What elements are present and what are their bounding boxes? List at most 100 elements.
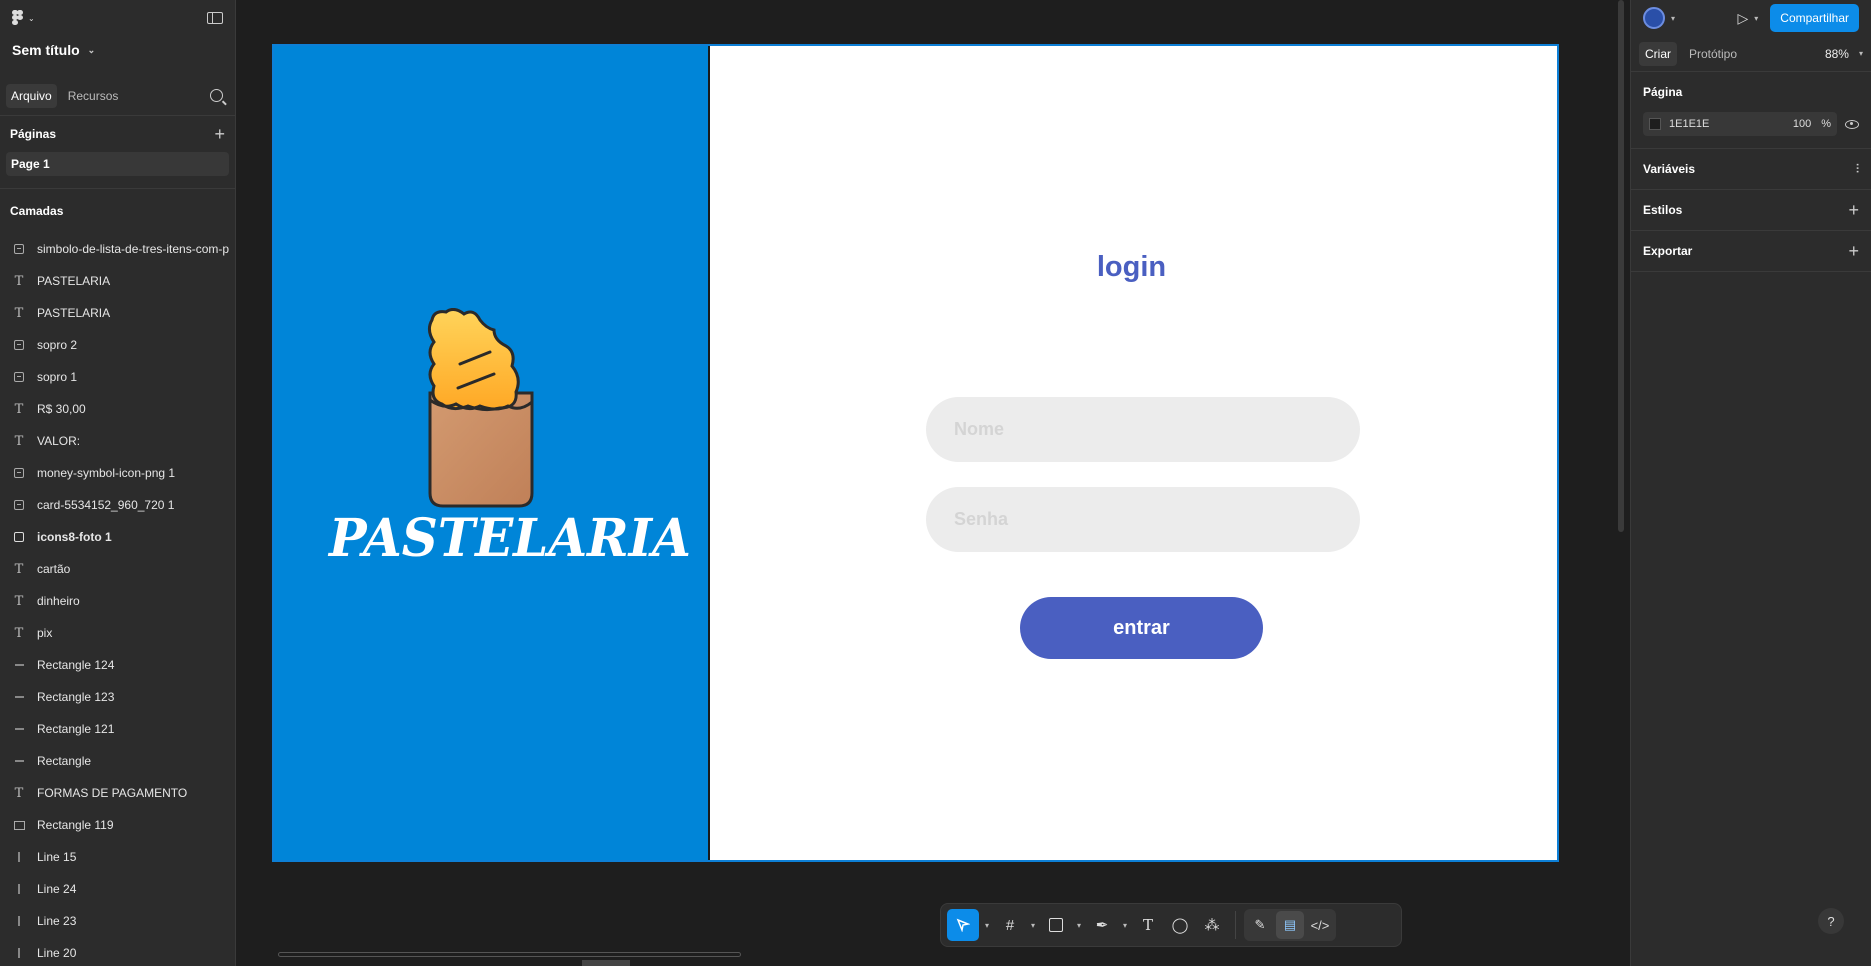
- tab-prototype[interactable]: Protótipo: [1683, 42, 1743, 66]
- horizontal-scrollbar[interactable]: [278, 952, 741, 957]
- text-tool-icon[interactable]: T: [1133, 909, 1163, 941]
- pages-title: Páginas: [10, 127, 57, 141]
- layer-item[interactable]: card-5534152_960_720 1: [0, 489, 235, 521]
- search-icon[interactable]: [210, 89, 223, 102]
- layer-item[interactable]: Line 20: [0, 937, 235, 966]
- background-color-input[interactable]: 1E1E1E 100 %: [1643, 112, 1837, 136]
- layer-item[interactable]: sopro 2: [0, 329, 235, 361]
- actions-tool-icon[interactable]: ⁂: [1197, 909, 1227, 941]
- right-tabs: Criar Protótipo 88% ▾: [1631, 36, 1871, 72]
- opacity-value[interactable]: 100: [1793, 118, 1811, 130]
- color-hex[interactable]: 1E1E1E: [1669, 118, 1709, 130]
- vertical-scrollbar[interactable]: [1618, 0, 1624, 532]
- layer-label: sopro 2: [37, 338, 78, 352]
- layer-item[interactable]: Rectangle: [0, 745, 235, 777]
- zoom-control[interactable]: 88% ▾: [1825, 47, 1863, 61]
- frame-tool-icon[interactable]: #: [995, 909, 1025, 941]
- help-button[interactable]: ?: [1818, 908, 1844, 934]
- layer-item[interactable]: T FORMAS DE PAGAMENTO: [0, 777, 235, 809]
- layer-item[interactable]: T PASTELARIA: [0, 297, 235, 329]
- layer-label: Line 20: [37, 946, 77, 960]
- vline-icon: [12, 852, 26, 862]
- chevron-down-icon[interactable]: ▾: [1073, 909, 1085, 941]
- layer-item[interactable]: T PASTELARIA: [0, 265, 235, 297]
- comment-tool-icon[interactable]: ◯: [1165, 909, 1195, 941]
- layer-label: PASTELARIA: [37, 274, 111, 288]
- enter-button[interactable]: entrar: [1020, 597, 1263, 659]
- vline-icon: [12, 884, 26, 894]
- line-icon: [12, 664, 26, 666]
- layer-item[interactable]: money-symbol-icon-png 1: [0, 457, 235, 489]
- layer-item[interactable]: T R$ 30,00: [0, 393, 235, 425]
- sliders-icon[interactable]: ⫶: [1856, 162, 1859, 177]
- page-item[interactable]: Page 1: [6, 152, 229, 176]
- image-icon: [12, 244, 26, 254]
- layer-label: Rectangle 123: [37, 690, 115, 704]
- chevron-down-icon[interactable]: ▾: [1027, 909, 1039, 941]
- layer-item[interactable]: Rectangle 124: [0, 649, 235, 681]
- color-swatch[interactable]: [1649, 118, 1661, 130]
- layer-item[interactable]: Line 23: [0, 905, 235, 937]
- layer-item[interactable]: Line 15: [0, 841, 235, 873]
- chevron-down-icon[interactable]: ▾: [981, 909, 993, 941]
- file-title[interactable]: Sem título ⌄: [0, 36, 235, 64]
- layer-item[interactable]: Tpix: [0, 617, 235, 649]
- tab-file[interactable]: Arquivo: [6, 83, 57, 108]
- page-section-header: Página: [1643, 72, 1859, 112]
- design-frame[interactable]: PASTELARIA login Nome Senha entrar: [272, 44, 1559, 862]
- text-icon: T: [14, 305, 24, 321]
- image-icon: [12, 340, 26, 350]
- layer-label: Line 23: [37, 914, 77, 928]
- rectangle-tool-icon[interactable]: [1041, 909, 1071, 941]
- chevron-down-icon[interactable]: ▾: [1119, 909, 1131, 941]
- layer-item[interactable]: T VALOR:: [0, 425, 235, 457]
- layer-item[interactable]: Line 24: [0, 873, 235, 905]
- layer-item[interactable]: sopro 1: [0, 361, 235, 393]
- layer-item[interactable]: icons8-foto 1: [0, 521, 235, 553]
- move-tool-icon[interactable]: [947, 909, 979, 941]
- share-button[interactable]: Compartilhar: [1770, 4, 1859, 32]
- chevron-down-icon[interactable]: ▾: [1754, 14, 1758, 23]
- layer-label: Rectangle 121: [37, 722, 115, 736]
- layer-label: R$ 30,00: [37, 402, 86, 416]
- layer-item[interactable]: Rectangle 119: [0, 809, 235, 841]
- image-icon: [12, 468, 26, 478]
- tab-design[interactable]: Criar: [1639, 41, 1677, 66]
- tab-assets[interactable]: Recursos: [63, 84, 124, 108]
- layer-label: PASTELARIA: [37, 306, 111, 320]
- vline-icon: [12, 948, 26, 958]
- text-icon: T: [14, 433, 24, 449]
- add-style-icon[interactable]: +: [1848, 201, 1859, 219]
- eye-icon[interactable]: [1845, 119, 1859, 129]
- layer-item[interactable]: Rectangle 121: [0, 713, 235, 745]
- layer-label: simbolo-de-lista-de-tres-itens-com-p: [37, 242, 230, 256]
- canvas[interactable]: PASTELARIA login Nome Senha entrar ▾ # ▾…: [237, 0, 1630, 966]
- layers-header: Camadas: [0, 193, 235, 229]
- avatar[interactable]: [1643, 7, 1665, 29]
- add-page-icon[interactable]: +: [214, 125, 225, 143]
- zoom-value: 88%: [1824, 46, 1849, 61]
- pen-tool-icon[interactable]: ✒: [1087, 909, 1117, 941]
- main-menu-button[interactable]: ⌄: [12, 10, 35, 26]
- frame-icon: [12, 532, 26, 542]
- bottom-toolbar: ▾ # ▾ ▾ ✒ ▾ T ◯ ⁂ ✎ ▤ </>: [940, 903, 1402, 947]
- draw-mode-icon[interactable]: ✎: [1246, 911, 1274, 939]
- layer-label: icons8-foto 1: [37, 530, 112, 544]
- add-export-icon[interactable]: +: [1848, 242, 1859, 260]
- right-topbar: ▾ ▷ ▾ Compartilhar: [1631, 0, 1871, 36]
- layer-item[interactable]: Tdinheiro: [0, 585, 235, 617]
- dev-mode-icon[interactable]: </>: [1306, 911, 1334, 939]
- scroll-thumb[interactable]: [582, 960, 630, 966]
- layer-item[interactable]: Tcartão: [0, 553, 235, 585]
- layer-item[interactable]: Rectangle 123: [0, 681, 235, 713]
- chevron-down-icon: ⌄: [87, 44, 96, 55]
- chevron-down-icon[interactable]: ▾: [1671, 14, 1675, 23]
- pages-header: Páginas +: [0, 116, 235, 152]
- toggle-sidebar-icon[interactable]: [207, 12, 223, 24]
- name-input[interactable]: Nome: [926, 397, 1360, 462]
- present-play-icon[interactable]: ▷: [1738, 10, 1749, 27]
- password-input[interactable]: Senha: [926, 487, 1360, 552]
- layer-label: Rectangle: [37, 754, 92, 768]
- design-mode-icon[interactable]: ▤: [1276, 911, 1304, 939]
- layer-item[interactable]: simbolo-de-lista-de-tres-itens-com-p: [0, 233, 235, 265]
